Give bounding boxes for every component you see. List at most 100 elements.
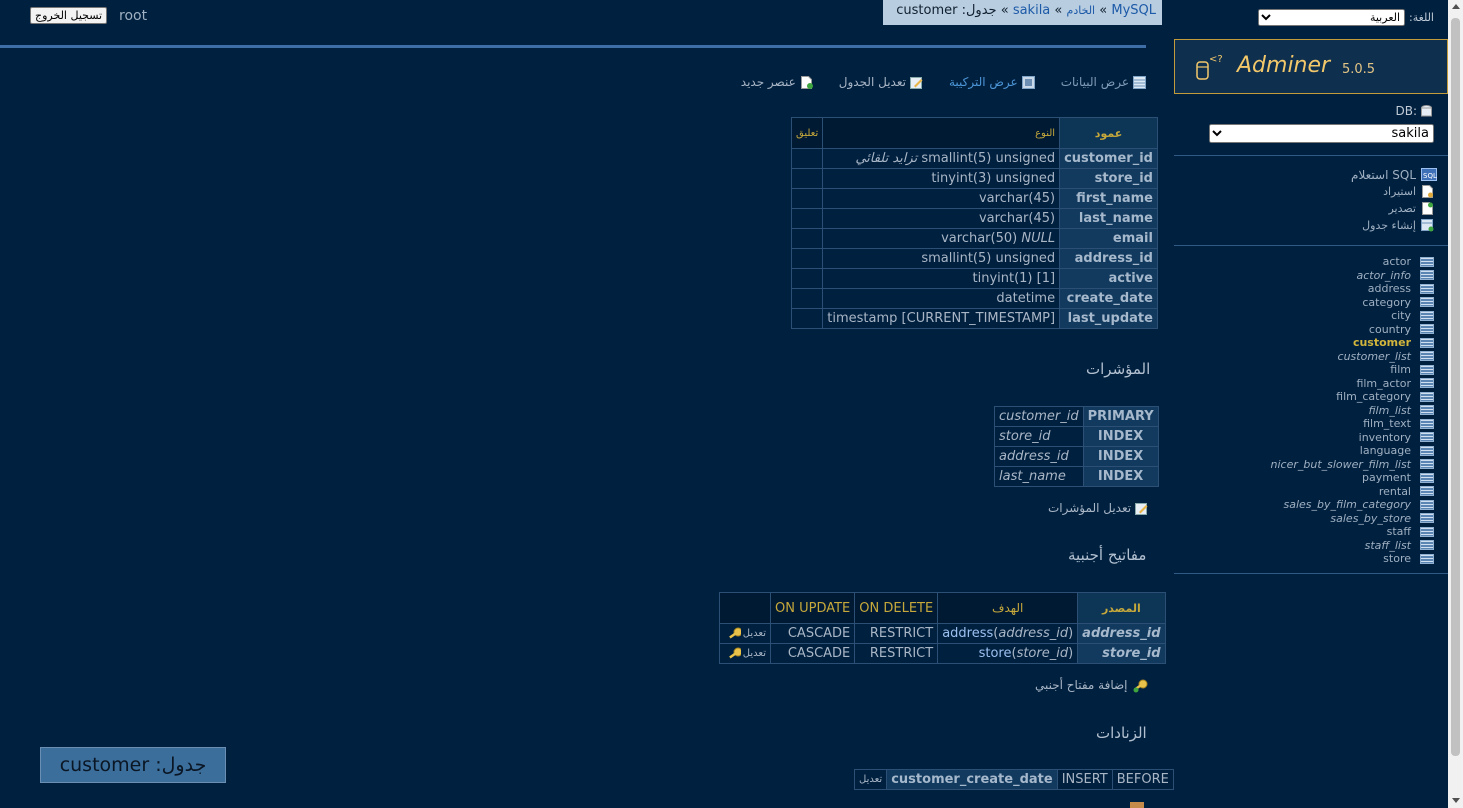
- table-link[interactable]: customer: [1353, 336, 1411, 349]
- export-link[interactable]: تصدير: [1351, 200, 1434, 217]
- table-structure-icon[interactable]: [1420, 405, 1434, 416]
- table-list-item: language: [1271, 444, 1434, 458]
- scroll-up-arrow-icon[interactable]: [1452, 4, 1460, 9]
- table-structure-icon[interactable]: [1420, 283, 1434, 294]
- db-label: DB:: [1395, 104, 1417, 118]
- table-link[interactable]: film_text: [1363, 417, 1411, 430]
- table-link[interactable]: film_list: [1368, 404, 1411, 417]
- scrollbar-thumb[interactable]: [1451, 18, 1460, 756]
- table-link[interactable]: sales_by_film_category: [1283, 498, 1411, 511]
- key-icon: [728, 647, 741, 660]
- breadcrumb-database-link[interactable]: sakila: [1013, 3, 1050, 18]
- scroll-down-arrow-icon[interactable]: [1452, 798, 1460, 803]
- sidebar-divider: [1174, 573, 1448, 574]
- fk-target-table-link[interactable]: store: [979, 646, 1012, 661]
- sql-command-link[interactable]: استعلام SQL SQL: [1351, 166, 1437, 183]
- table-structure-icon[interactable]: [1420, 418, 1434, 429]
- app-logo[interactable]: <? Adminer 5.0.5: [1174, 39, 1448, 94]
- svg-text:SQL: SQL: [1423, 172, 1437, 180]
- svg-text:<?: <?: [1209, 54, 1223, 65]
- alter-table-link[interactable]: تعديل الجدول: [839, 75, 923, 89]
- table-link[interactable]: language: [1360, 444, 1411, 457]
- show-structure-link[interactable]: عرض التركيبة: [949, 75, 1035, 89]
- table-structure-icon[interactable]: [1420, 486, 1434, 497]
- table-link[interactable]: nicer_but_slower_film_list: [1271, 458, 1411, 471]
- table-list-item: city: [1271, 309, 1434, 323]
- table-structure-icon[interactable]: [1420, 540, 1434, 551]
- table-structure-icon[interactable]: [1420, 364, 1434, 375]
- table-structure-icon[interactable]: [1420, 324, 1434, 335]
- table-structure-icon[interactable]: [1420, 337, 1434, 348]
- language-select[interactable]: العربية: [1258, 9, 1406, 26]
- table-link[interactable]: payment: [1362, 471, 1411, 484]
- fk-target-table-link[interactable]: address: [942, 626, 993, 641]
- tables-list: actor actor_info address category city countr…: [1271, 255, 1434, 566]
- fk-edit-link[interactable]: تعديل: [728, 627, 766, 640]
- table-link[interactable]: actor: [1383, 255, 1411, 268]
- table-link[interactable]: film_actor: [1356, 377, 1411, 390]
- trigger-edit-link[interactable]: تعديل: [853, 769, 888, 790]
- table-link[interactable]: customer_list: [1338, 350, 1411, 363]
- type-header: النوع: [822, 117, 1061, 149]
- select-data-label: عرض البيانات: [1060, 75, 1129, 89]
- table-icon: [1133, 75, 1146, 89]
- table-structure-icon[interactable]: [1420, 297, 1434, 308]
- import-icon: [1421, 185, 1434, 198]
- table-structure-icon[interactable]: [1420, 378, 1434, 389]
- column-type-cell: datetime: [822, 288, 1061, 309]
- table-link[interactable]: city: [1391, 309, 1411, 322]
- breadcrumb-server-link[interactable]: الخادم: [1067, 4, 1096, 17]
- table-structure-icon[interactable]: [1420, 526, 1434, 537]
- table-structure-icon[interactable]: [1420, 391, 1434, 402]
- add-trigger-icon[interactable]: [1130, 802, 1144, 808]
- table-link[interactable]: staff_list: [1365, 539, 1411, 552]
- table-link[interactable]: film_category: [1336, 390, 1411, 403]
- comment-header: تعليق: [790, 117, 824, 149]
- page-scrollbar[interactable]: [1448, 0, 1463, 808]
- table-list-item: category: [1271, 296, 1434, 310]
- current-user: root: [119, 8, 148, 24]
- table-link[interactable]: actor_info: [1357, 269, 1411, 282]
- table-structure-icon[interactable]: [1420, 432, 1434, 443]
- fk-target-column: address_id: [998, 626, 1069, 641]
- table-link[interactable]: film: [1390, 363, 1411, 376]
- table-link[interactable]: address: [1368, 282, 1411, 295]
- add-foreign-key-link[interactable]: إضافة مفتاح أجنبي: [1035, 678, 1147, 692]
- import-link[interactable]: استيراد: [1351, 183, 1434, 200]
- table-list-item: payment: [1271, 471, 1434, 485]
- table-structure-icon[interactable]: [1420, 351, 1434, 362]
- fk-edit-link[interactable]: تعديل: [728, 647, 766, 660]
- select-data-link[interactable]: عرض البيانات: [1061, 75, 1146, 89]
- table-structure-icon[interactable]: [1420, 256, 1434, 267]
- index-row: INDEX last_name: [994, 466, 1159, 487]
- table-link[interactable]: country: [1369, 323, 1411, 336]
- table-link[interactable]: rental: [1379, 485, 1411, 498]
- logout-button[interactable]: تسجيل الخروج: [30, 7, 108, 24]
- sidebar-divider: [1174, 245, 1448, 246]
- table-structure-icon[interactable]: [1420, 472, 1434, 483]
- table-structure-icon[interactable]: [1420, 270, 1434, 281]
- create-table-link[interactable]: إنشاء جدول: [1351, 217, 1434, 234]
- column-comment: [790, 248, 824, 269]
- table-link[interactable]: staff: [1387, 525, 1411, 538]
- table-structure-icon[interactable]: [1420, 499, 1434, 510]
- breadcrumb-driver-link[interactable]: MySQL: [1111, 3, 1156, 18]
- database-select[interactable]: sakila: [1209, 124, 1434, 143]
- table-link[interactable]: category: [1362, 296, 1411, 309]
- column-name: last_name: [1059, 208, 1158, 229]
- new-item-link[interactable]: عنصر جديد: [741, 75, 813, 89]
- column-row: last_name varchar(45): [790, 208, 1158, 229]
- edit-indexes-link[interactable]: تعديل المؤشرات: [1048, 501, 1148, 515]
- table-structure-icon[interactable]: [1420, 310, 1434, 321]
- table-structure-icon[interactable]: [1420, 553, 1434, 564]
- table-list-item: country: [1271, 323, 1434, 337]
- table-link[interactable]: store: [1383, 552, 1411, 565]
- table-structure-icon[interactable]: [1420, 459, 1434, 470]
- edit-indexes-label: تعديل المؤشرات: [1048, 501, 1132, 515]
- table-link[interactable]: sales_by_store: [1330, 512, 1411, 525]
- column-comment: [790, 208, 824, 229]
- table-structure-icon[interactable]: [1420, 445, 1434, 456]
- table-link[interactable]: inventory: [1359, 431, 1411, 444]
- table-actions: عرض البيانات عرض التركيبة تعديل الجدول ع…: [725, 75, 1146, 89]
- table-structure-icon[interactable]: [1420, 513, 1434, 524]
